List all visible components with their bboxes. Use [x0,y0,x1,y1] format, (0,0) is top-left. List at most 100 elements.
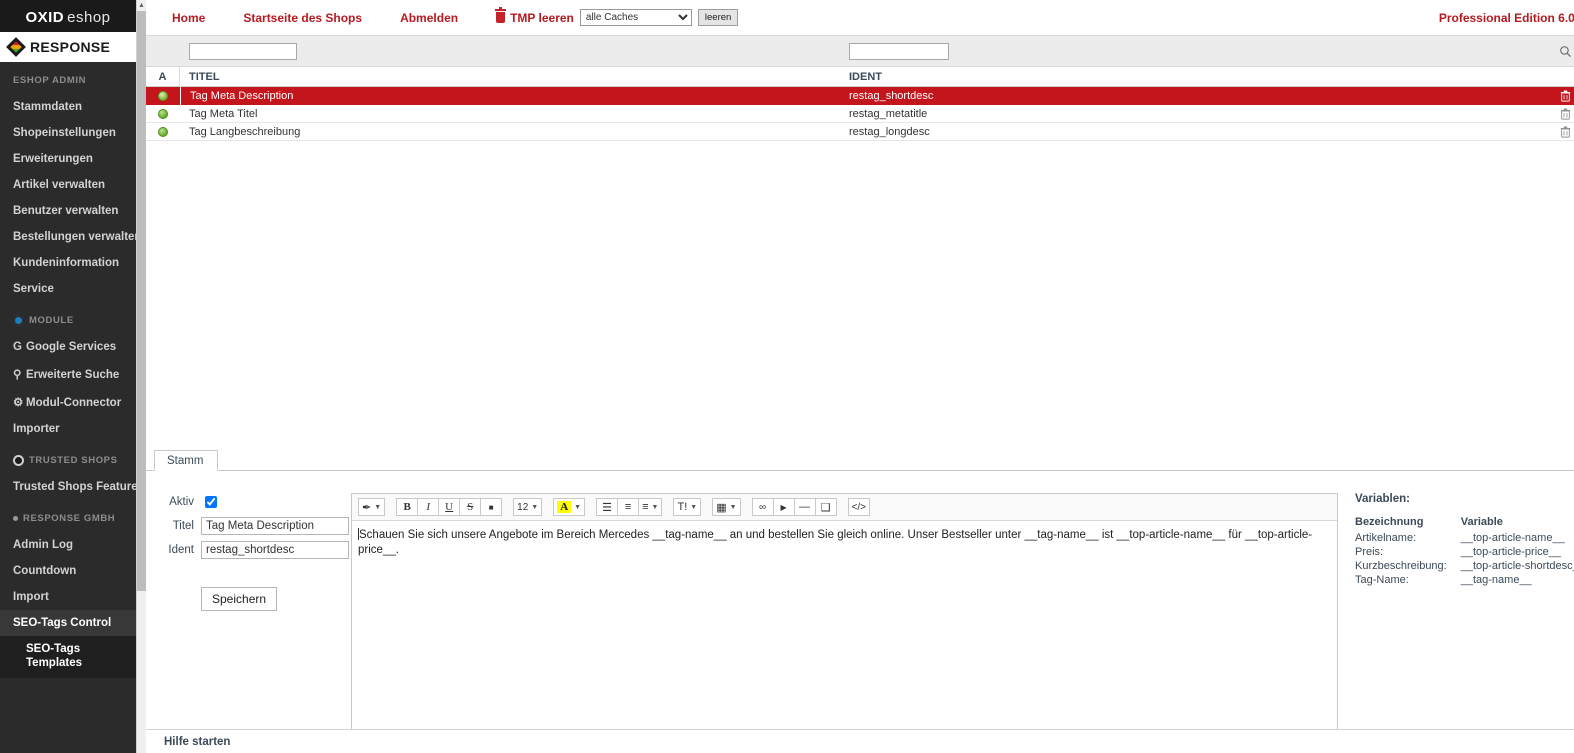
column-header-active[interactable]: A [146,66,180,87]
sidebar-item-label: Shopeinstellungen [13,127,116,139]
scroll-up-arrow-icon[interactable]: ▲ [137,0,146,11]
ordered-list-icon[interactable]: ≡ [617,498,640,516]
tmp-clear-label[interactable]: TMP leeren [495,7,574,25]
sidebar-item-bestellungen-verwalten[interactable]: Bestellungen verwalten [0,224,136,250]
sidebar-item-label: Import [13,591,49,603]
column-header-ident[interactable]: IDENT [840,67,1533,87]
top-navigation-bar: Home Startseite des Shops Abmelden TMP l… [146,0,1574,36]
font-size-select[interactable]: 12 ▼ [513,498,543,516]
variable-label: Tag-Name: [1355,574,1409,586]
sidebar-item-service[interactable]: Service [0,276,136,302]
cache-select[interactable]: alle Caches [579,9,692,26]
row-delete-button[interactable] [1533,108,1574,120]
sidebar-item-kundeninformation[interactable]: Kundeninformation [0,250,136,276]
trash-icon [1561,90,1571,102]
toolbar-button-glyph: ❑ [820,501,831,514]
checkbox-aktiv[interactable] [205,496,217,508]
chevron-down-icon: ▼ [531,503,539,511]
variable-token: __top-article-name__ [1460,532,1565,544]
horizontal-rule-icon[interactable]: — [793,498,816,516]
strikethrough-icon[interactable]: S [459,498,482,516]
toolbar-button-glyph: ≡ [624,501,632,513]
trusted-shops-dot-icon [13,455,24,466]
sidebar-item-importer[interactable]: Importer [0,416,136,442]
editor-content[interactable]: Schauen Sie sich unsere Angebote im Bere… [352,521,1337,743]
unordered-list-icon[interactable]: ☰ [596,498,619,516]
module-dot-icon [13,315,24,326]
sidebar-item-trusted-shops-features[interactable]: Trusted Shops Features [0,474,136,500]
text-style-icon[interactable]: T! ▼ [673,498,702,516]
toolbar-group: T! ▼ [673,498,702,516]
sidebar-section-header: RESPONSE GMBH [0,500,136,532]
field-aktiv: Aktiv [164,493,351,511]
input-titel[interactable] [201,517,349,535]
source-code-icon[interactable]: </> [847,498,870,516]
chevron-down-icon: ▼ [729,503,737,511]
sidebar-item-google-services[interactable]: G Google Services [0,334,136,360]
admin-app: OXID eshop RESPONSE ESHOP ADMIN Stammdate… [0,0,1574,753]
remove-format-icon[interactable]: ■ [480,498,503,516]
table-row[interactable]: Tag Meta Titel restag_metatitle [146,105,1574,123]
diamond-logo-icon [6,37,26,57]
nav-link-home[interactable]: Home [172,11,205,25]
sidebar-item-artikel-verwalten[interactable]: Artikel verwalten [0,172,136,198]
filter-input-ident[interactable] [849,42,949,60]
link-icon[interactable]: ∞ [751,498,774,516]
sidebar-nav: ESHOP ADMIN Stammdaten Shopeinstellungen Er… [0,62,136,678]
filter-input-titel[interactable] [189,42,297,60]
input-ident[interactable] [201,541,349,559]
toolbar-group: </> [847,498,870,516]
trash-icon [495,7,507,23]
table-row[interactable]: Tag Meta Description restag_shortdesc [146,86,1574,105]
font-color-icon[interactable]: A ▼ [553,498,586,516]
sidebar-subitem-seo-tags-templates[interactable]: SEO-Tags Templates [0,636,136,678]
toolbar-button-glyph: I [426,501,430,513]
sidebar-item-seo-tags-control[interactable]: SEO-Tags Control [0,610,136,636]
sidebar-item-label: SEO-Tags Control [13,617,112,629]
variables-body: Artikelname: __top-article-name__ Preis: __… [1355,531,1574,587]
nav-link-shop-frontpage[interactable]: Startseite des Shops [243,11,362,25]
row-active-cell [146,87,180,105]
sidebar-item-import[interactable]: Import [0,584,136,610]
search-icon [1560,45,1572,57]
magic-wand-icon[interactable]: ✒ ▼ [358,498,386,516]
variables-panel: Variablen: Bezeichnung Variable Artikeln… [1338,493,1574,753]
tmp-clear-group: TMP leeren alle Caches leeren [495,7,739,26]
clear-cache-button[interactable]: leeren [697,9,739,26]
image-icon[interactable]: ❑ [814,498,837,516]
toolbar-group: B I U S ■ [396,498,503,516]
sidebar-item-countdown[interactable]: Countdown [0,558,136,584]
page-scrollbar[interactable]: ▲ [136,0,147,753]
table-icon[interactable]: ▦ ▼ [712,498,741,516]
video-icon[interactable]: ▶ [772,498,795,516]
sidebar-item-label: Importer [13,423,60,435]
align-icon[interactable]: ≡ ▼ [638,498,663,516]
table-row[interactable]: Tag Langbeschreibung restag_longdesc [146,123,1574,141]
help-link[interactable]: Hilfe starten [164,736,230,748]
sidebar-item-stammdaten[interactable]: Stammdaten [0,94,136,120]
trash-icon [1561,126,1571,138]
sidebar-item-admin-log[interactable]: Admin Log [0,532,136,558]
sidebar-item-modul-connector[interactable]: ⚙ Modul-Connector [0,388,136,416]
underline-icon[interactable]: U [438,498,461,516]
column-header-titel[interactable]: TITEL [180,67,840,87]
sidebar-item-benutzer-verwalten[interactable]: Benutzer verwalten [0,198,136,224]
active-status-icon [158,126,168,137]
row-delete-button[interactable] [1533,90,1574,102]
sidebar-item-shopeinstellungen[interactable]: Shopeinstellungen [0,120,136,146]
save-button[interactable]: Speichern [201,587,278,611]
nav-link-logout[interactable]: Abmelden [400,11,458,25]
variable-label: Artikelname: [1355,532,1417,544]
sidebar-item-erweiterte-suche[interactable]: ⚲ Erweiterte Suche [0,360,136,388]
sidebar-section-header: MODULE [0,302,136,334]
tab-stamm[interactable]: Stamm [154,450,219,471]
main-area: Home Startseite des Shops Abmelden TMP l… [146,0,1574,753]
sidebar-section-label: RESPONSE GMBH [23,513,116,524]
italic-icon[interactable]: I [417,498,440,516]
list-search-button[interactable] [1533,36,1574,67]
toolbar-button-glyph: </> [851,501,866,513]
row-delete-button[interactable] [1533,126,1574,138]
bold-icon[interactable]: B [396,498,419,516]
toolbar-group: ∞ ▶ — ❑ [751,498,837,516]
sidebar-item-erweiterungen[interactable]: Erweiterungen [0,146,136,172]
